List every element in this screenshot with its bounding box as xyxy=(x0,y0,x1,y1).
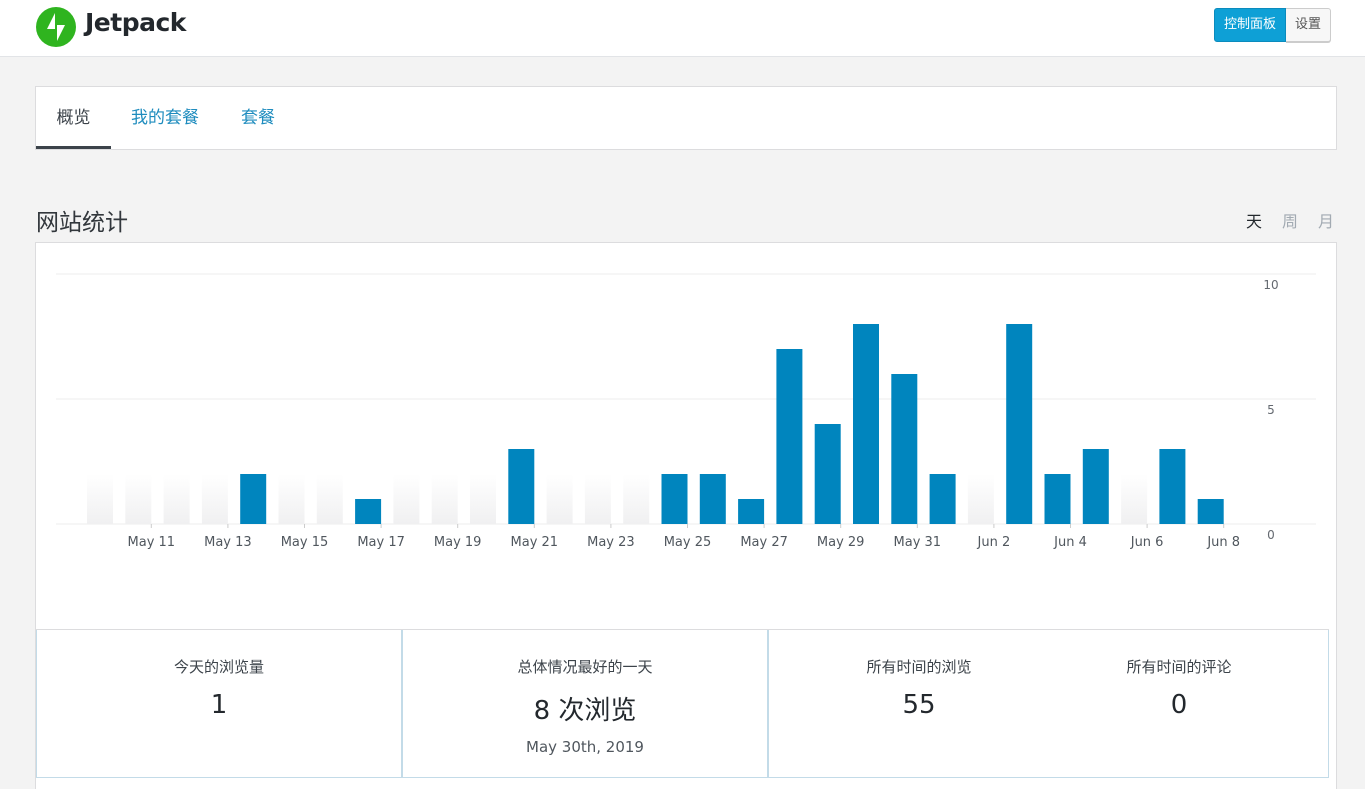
all-time-views-value: 55 xyxy=(902,690,936,720)
x-tick-label: Jun 4 xyxy=(1053,535,1087,550)
all-time-views-label: 所有时间的浏览 xyxy=(866,658,972,676)
chart-bar-may-31[interactable] xyxy=(891,374,918,524)
stat-all-time: 所有时间的浏览 55 所有时间的评论 0 xyxy=(768,630,1329,778)
chart-bar-may-29[interactable] xyxy=(814,424,841,524)
chart-bar-may-23[interactable] xyxy=(584,474,611,524)
site-stats-title: 网站统计 xyxy=(36,210,128,236)
chart-bar-jun-3[interactable] xyxy=(1006,324,1033,524)
tab-my-plan[interactable]: 我的套餐 xyxy=(131,87,199,149)
chart-bar-jun-7[interactable] xyxy=(1159,449,1186,524)
y-tick-label: 10 xyxy=(1263,278,1278,292)
chart-bar-may-26[interactable] xyxy=(699,474,726,524)
chart-bar-may-28[interactable] xyxy=(776,349,803,524)
chart-bar-jun-6[interactable] xyxy=(1121,474,1148,524)
x-tick-label: May 21 xyxy=(511,535,559,550)
y-tick-label: 0 xyxy=(1267,528,1275,542)
chart-bar-may-12[interactable] xyxy=(163,474,190,524)
period-week[interactable]: 周 xyxy=(1282,208,1298,232)
top-header: Jetpack 控制面板 设置 xyxy=(0,0,1365,57)
period-day[interactable]: 天 xyxy=(1246,208,1262,232)
chart-bar-may-27[interactable] xyxy=(738,499,765,524)
all-time-comments-value: 0 xyxy=(1170,690,1188,720)
best-day-value: 8 次浏览 xyxy=(533,696,637,726)
best-day-label: 总体情况最好的一天 xyxy=(517,658,653,676)
chart-bar-may-13[interactable] xyxy=(201,474,228,524)
chart-bar-may-21[interactable] xyxy=(508,449,535,524)
logo-text[interactable]: Jetpack xyxy=(85,8,186,37)
chart-bar-may-11[interactable] xyxy=(125,474,152,524)
x-tick-label: May 23 xyxy=(587,535,635,550)
x-tick-label: Jun 8 xyxy=(1206,535,1240,550)
x-tick-label: May 17 xyxy=(357,535,405,550)
x-tick-label: May 29 xyxy=(817,535,865,550)
summary-stats: 今天的浏览量 1 总体情况最好的一天 8 次浏览 May 30th, 2019 … xyxy=(36,629,1329,778)
views-bar-chart: May 11 May 13 May 15 May 17 May 19 May 21 May … xyxy=(56,273,1316,550)
jetpack-logo-icon[interactable] xyxy=(36,7,76,47)
x-tick-label: Jun 6 xyxy=(1130,535,1164,550)
x-tick-label: Jun 2 xyxy=(977,535,1011,550)
dashboard-button[interactable]: 控制面板 xyxy=(1214,8,1287,42)
all-time-comments-label: 所有时间的评论 xyxy=(1126,658,1232,676)
x-tick-label: May 15 xyxy=(281,535,329,550)
section-nav: 概览 我的套餐 套餐 xyxy=(35,86,1337,150)
stats-chart-card: May 11 May 13 May 15 May 17 May 19 May 21 May … xyxy=(35,242,1337,789)
chart-bar-jun-2[interactable] xyxy=(967,474,994,524)
x-tick-label: May 11 xyxy=(128,535,176,550)
today-views-value: 1 xyxy=(210,690,228,720)
chart-bar-may-14[interactable] xyxy=(240,474,267,524)
x-tick-label: May 25 xyxy=(664,535,712,550)
chart-bar-may-16[interactable] xyxy=(316,474,343,524)
x-tick-label: May 13 xyxy=(204,535,252,550)
y-tick-label: 5 xyxy=(1267,403,1275,417)
chart-bar-may-17[interactable] xyxy=(355,499,382,524)
header-button-group: 控制面板 设置 xyxy=(1214,8,1332,42)
best-day-date: May 30th, 2019 xyxy=(526,738,644,756)
chart-bar-may-20[interactable] xyxy=(470,474,496,524)
chart-bar-may-18[interactable] xyxy=(393,474,420,524)
chart-bar-jun-1[interactable] xyxy=(929,474,956,524)
chart-bar-jun-8[interactable] xyxy=(1197,499,1224,524)
x-tick-label: May 27 xyxy=(740,535,788,550)
chart-bar-may-15[interactable] xyxy=(278,474,305,524)
x-tick-label: May 31 xyxy=(894,535,942,550)
settings-button[interactable]: 设置 xyxy=(1286,8,1332,42)
chart-bar-jun-4[interactable] xyxy=(1044,474,1071,524)
period-month[interactable]: 月 xyxy=(1318,208,1334,232)
chart-bar-may-19[interactable] xyxy=(431,474,458,524)
chart-bar-may-10[interactable] xyxy=(87,474,113,524)
chart-bar-may-25[interactable] xyxy=(661,474,688,524)
tab-overview[interactable]: 概览 xyxy=(36,87,111,149)
stat-today: 今天的浏览量 1 xyxy=(36,630,402,778)
tab-plans[interactable]: 套餐 xyxy=(241,87,275,149)
chart-bar-may-22[interactable] xyxy=(546,474,573,524)
stat-best-day: 总体情况最好的一天 8 次浏览 May 30th, 2019 xyxy=(402,630,768,778)
chart-bar-jun-5[interactable] xyxy=(1082,449,1109,524)
x-tick-label: May 19 xyxy=(434,535,482,550)
chart-bar-may-24[interactable] xyxy=(623,474,650,524)
chart-bar-may-30[interactable] xyxy=(853,324,879,524)
today-views-label: 今天的浏览量 xyxy=(173,658,264,676)
